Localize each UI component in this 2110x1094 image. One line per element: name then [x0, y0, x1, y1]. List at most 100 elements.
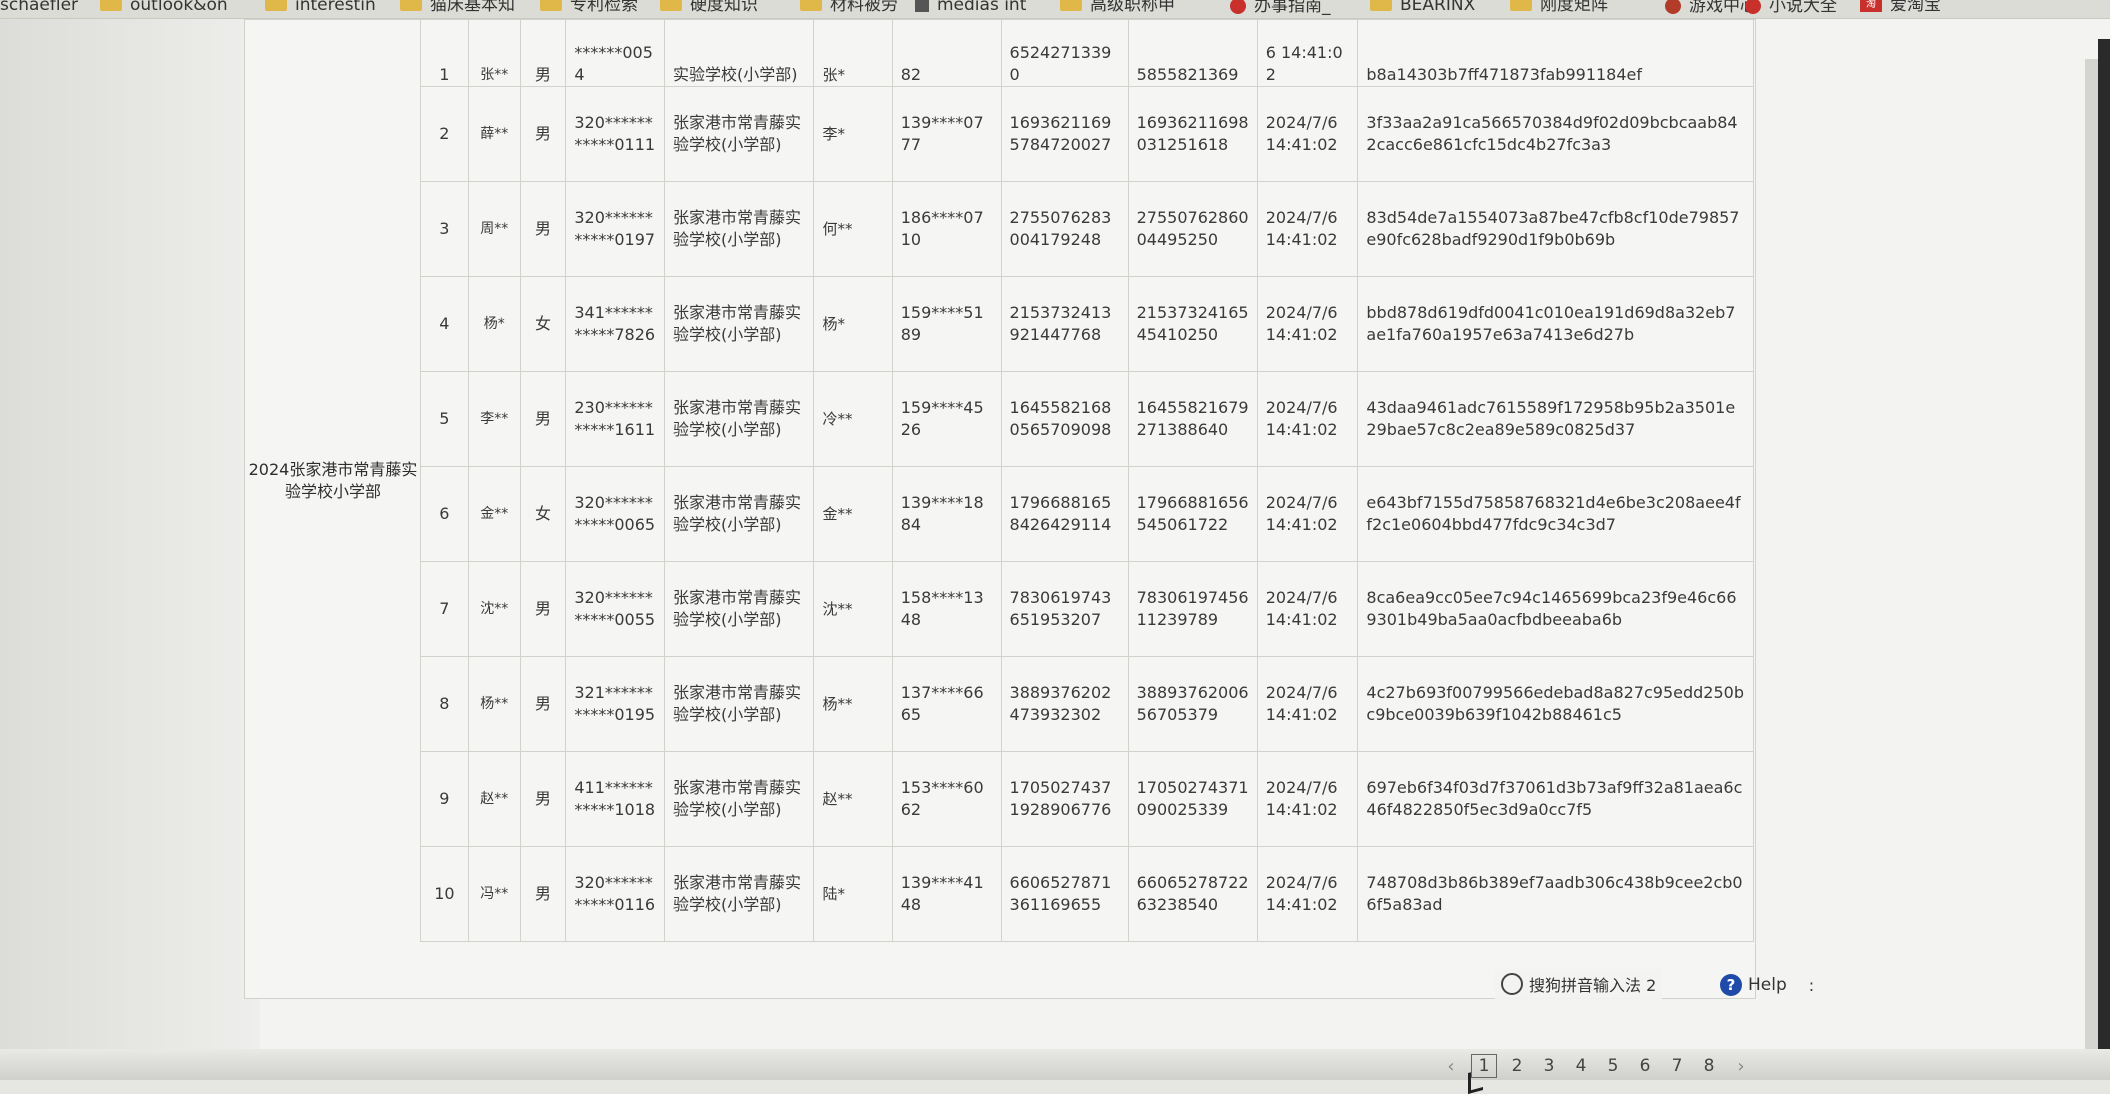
bookmark-item[interactable]: 办事指南_ — [1230, 0, 1331, 15]
student-sex: 女 — [519, 276, 567, 372]
page-link[interactable]: 7 — [1661, 1056, 1693, 1076]
submit-time: 2024/7/6 14:41:02 — [1256, 846, 1359, 942]
next-page-icon[interactable]: › — [1725, 1056, 1757, 1077]
row-number: 10 — [420, 846, 469, 942]
student-sex: 男 — [519, 181, 567, 277]
submit-time: 2024/7/6 14:41:02 — [1256, 371, 1359, 467]
id-number: 230***********1611 — [565, 371, 665, 467]
page-link[interactable]: 3 — [1533, 1056, 1565, 1076]
student-sex: 男 — [519, 371, 567, 467]
student-sex: 男 — [519, 751, 567, 847]
guardian-name: 李* — [813, 86, 893, 182]
order-number: 6606527871361169655 — [1000, 846, 1129, 942]
student-name: 赵** — [467, 751, 521, 847]
guardian-name: 杨** — [813, 656, 893, 752]
submit-time: 2024/7/6 14:41:02 — [1256, 561, 1359, 657]
bookmark-item[interactable]: 小说大全 — [1745, 0, 1837, 15]
bookmark-label: 猫床基本知 — [430, 0, 515, 15]
submit-time: 2024/7/6 14:41:02 — [1256, 466, 1359, 562]
student-sex: 男 — [519, 561, 567, 657]
previous-page-icon[interactable]: ‹ — [1435, 1056, 1467, 1077]
bookmark-label: interestin — [295, 0, 376, 15]
student-sex: 男 — [519, 86, 567, 182]
guardian-name: 金** — [813, 466, 893, 562]
page-link[interactable]: 8 — [1693, 1056, 1725, 1076]
guardian-name: 冷** — [813, 371, 893, 467]
bookmark-item[interactable]: BEARINX — [1370, 0, 1475, 14]
page-link[interactable]: 6 — [1629, 1056, 1661, 1076]
student-name: 杨* — [467, 276, 521, 372]
phone-number: 139****4148 — [891, 846, 1002, 942]
serial-number: 2755076286004495250 — [1127, 181, 1258, 277]
table-row: 3 周** 男 320***********0197 张家港市常青藤实验学校(小学部) 何… — [420, 181, 1754, 277]
id-number: 411***********1018 — [565, 751, 665, 847]
student-name: 冯** — [467, 846, 521, 942]
id-number: 321***********0195 — [565, 656, 665, 752]
student-name: 杨** — [467, 656, 521, 752]
folder-icon — [1060, 0, 1082, 11]
bookmark-item[interactable]: schaefler — [0, 0, 78, 14]
order-number: 17050274371928906776 — [1000, 751, 1129, 847]
table-row: 2 薛** 男 320***********0111 张家港市常青藤实验学校(小学部) 李… — [420, 86, 1754, 182]
school-name: 张家港市常青藤实验学校(小学部) — [663, 276, 815, 372]
bookmark-item[interactable]: 高级职称申 — [1060, 0, 1175, 15]
page-link[interactable]: 5 — [1597, 1056, 1629, 1076]
folder-icon — [1370, 0, 1392, 11]
page-link[interactable]: 4 — [1565, 1056, 1597, 1076]
hash-value: 43daa9461adc7615589f172958b95b2a3501e29b… — [1357, 371, 1754, 467]
bookmark-item[interactable]: 淘爱淘宝 — [1860, 0, 1941, 14]
order-number: 16455821680565709098 — [1000, 371, 1129, 467]
phone-number: 159****4526 — [891, 371, 1002, 467]
ime-toolbar[interactable]: 搜狗拼音输入法 2 — [1495, 969, 1663, 999]
bookmark-item[interactable]: 专利检索 — [540, 0, 638, 14]
phone-number: 158****1348 — [891, 561, 1002, 657]
submit-time: 2024/7/6 14:41:02 — [1256, 86, 1359, 182]
taobao-icon: 淘 — [1860, 0, 1882, 12]
student-sex: 男 — [519, 656, 567, 752]
footer-band — [0, 1049, 2110, 1080]
school-name: 张家港市常青藤实验学校(小学部) — [663, 656, 815, 752]
serial-number: 6606527872263238540 — [1127, 846, 1258, 942]
bookmark-item[interactable]: interestin — [265, 0, 376, 15]
folder-icon — [265, 0, 287, 11]
folder-icon — [100, 0, 122, 11]
bookmark-item[interactable]: 游戏中心 — [1665, 0, 1757, 15]
bookmark-label: 高级职称申 — [1090, 0, 1175, 15]
student-sex: 女 — [519, 466, 567, 562]
red-app-icon — [1745, 0, 1761, 14]
hash-value: e643bf7155d75858768321d4e6be3c208aee4ff2… — [1357, 466, 1754, 562]
serial-number: 17050274371090025339 — [1127, 751, 1258, 847]
table-row: 4 杨* 女 341***********7826 张家港市常青藤实验学校(小学部) 杨*… — [420, 276, 1754, 372]
screen-edge — [2098, 39, 2110, 1080]
phone-number: 159****5189 — [891, 276, 1002, 372]
page-link[interactable]: 2 — [1501, 1056, 1533, 1076]
bookmark-item[interactable]: 硬度知识 — [660, 0, 758, 14]
guardian-name: 杨* — [813, 276, 893, 372]
id-number: ******0054 — [565, 19, 665, 87]
id-number: 320***********0116 — [565, 846, 665, 942]
bookmark-item[interactable]: 材料被劳 — [800, 0, 898, 14]
student-name: 沈** — [467, 561, 521, 657]
row-number: 5 — [420, 371, 469, 467]
row-number: 6 — [420, 466, 469, 562]
school-group-label: 2024张家港市常青藤实验学校小学部 — [248, 460, 418, 501]
bookmarks-bar: schaefler outlook&on interestin 猫床基本知 专利检索 硬度… — [0, 0, 2110, 19]
page: 2024张家港市常青藤实验学校小学部 1 张** 男 ******0054 实验学校(小… — [0, 19, 2110, 1094]
bookmark-item[interactable]: 刚度矩阵 — [1510, 0, 1608, 14]
serial-number: 2153732416545410250 — [1127, 276, 1258, 372]
bookmark-item[interactable]: medias int — [915, 0, 1026, 14]
bookmark-item[interactable]: 猫床基本知 — [400, 0, 515, 15]
page-margin — [0, 19, 260, 1080]
more-options-icon[interactable]: : — [1809, 976, 1814, 995]
id-number: 320***********0065 — [565, 466, 665, 562]
table-row: 9 赵** 男 411***********1018 张家港市常青藤实验学校(小学部) 赵… — [420, 751, 1754, 847]
hash-value: 697eb6f34f03d7f37061d3b73af9ff32a81aea6c… — [1357, 751, 1754, 847]
serial-number: 16936211698031251618 — [1127, 86, 1258, 182]
student-name: 周** — [467, 181, 521, 277]
order-number: 16936211695784720027 — [1000, 86, 1129, 182]
mouse-cursor-icon — [1468, 1068, 1483, 1094]
hash-value: b8a14303b7ff471873fab991184ef — [1357, 19, 1754, 87]
phone-number: 186****0710 — [891, 181, 1002, 277]
help-button[interactable]: ? Help : — [1720, 974, 1814, 996]
bookmark-item[interactable]: outlook&on — [100, 0, 228, 14]
